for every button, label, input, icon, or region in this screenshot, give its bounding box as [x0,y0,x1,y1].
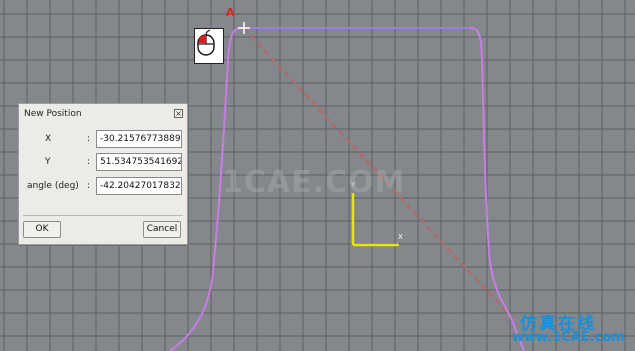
y-input[interactable]: 51.534753541692 [96,153,182,171]
new-position-dialog: New Position × X : -30.21576773889 Y : 5… [18,103,188,245]
cancel-button[interactable]: Cancel [143,221,181,238]
mouse-hint [194,28,224,64]
watermark-text: 1CAE.COM [222,165,406,200]
x-input[interactable]: -30.21576773889 [96,130,182,148]
x-field-colon: : [87,134,91,144]
x-axis-label: X [398,233,403,241]
angle-row: angle (deg) : -42.20427017832 [19,177,189,195]
dialog-separator [23,215,183,216]
x-row: X : -30.21576773889 [19,130,189,148]
ok-button[interactable]: OK [23,221,61,238]
dialog-title: New Position [24,109,82,119]
angle-field-colon: : [87,181,91,191]
x-field-label: X [45,134,52,144]
angle-field-label: angle (deg) [27,181,79,191]
y-field-colon: : [87,157,91,167]
angle-input[interactable]: -42.20427017832 [96,177,182,195]
mouse-icon [197,29,215,56]
close-icon[interactable]: × [174,109,183,118]
cad-viewport[interactable]: A Y X 1CAE.COM New Position × X : -30.21… [0,0,635,351]
point-a-label: A [226,6,235,19]
y-row: Y : 51.534753541692 [19,153,189,171]
y-field-label: Y [45,157,51,167]
brand-url-text: www.1CAE.com [512,330,625,345]
